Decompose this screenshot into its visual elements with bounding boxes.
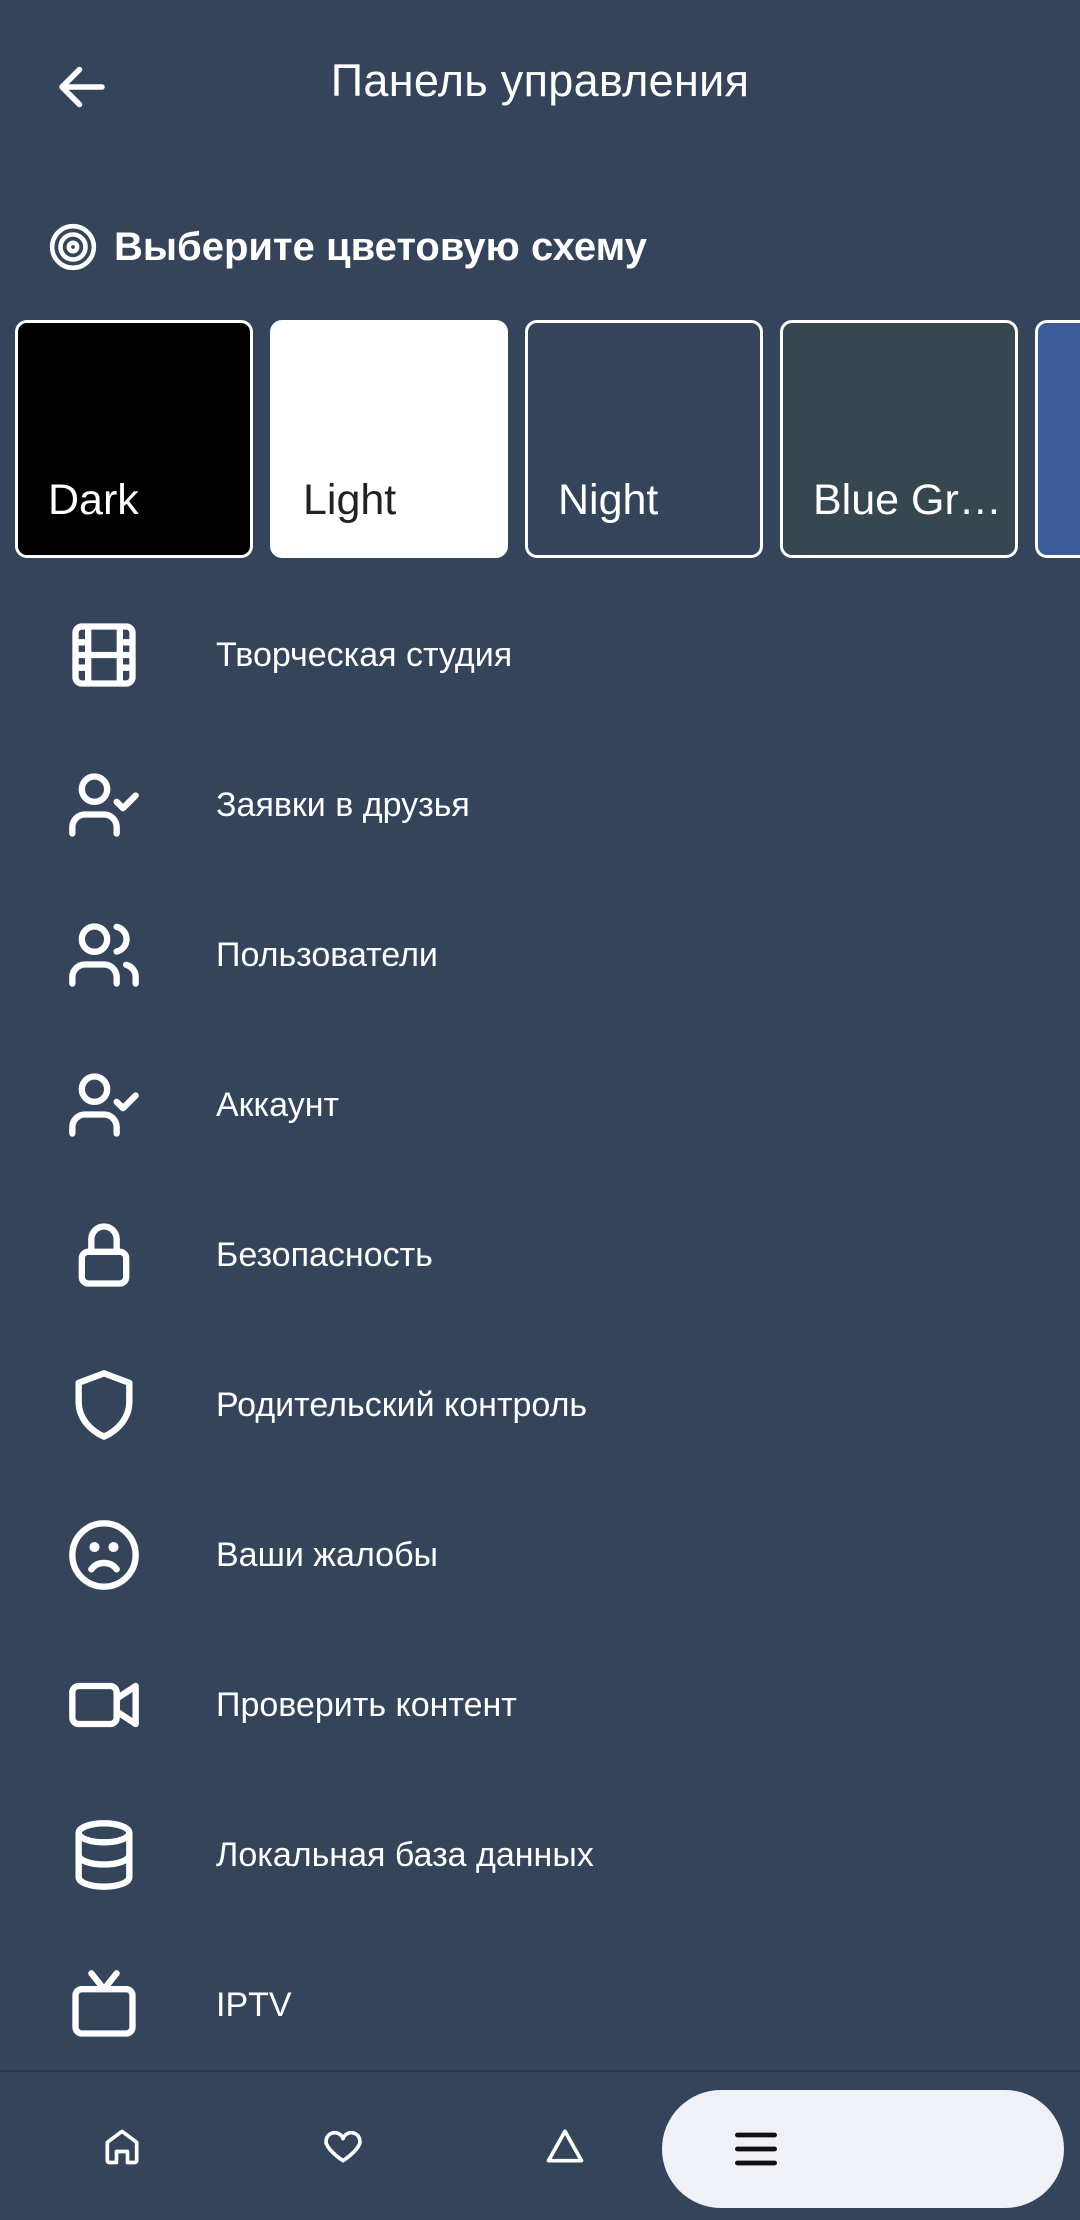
menu-item-creative-studio[interactable]: Творческая студия xyxy=(0,580,1080,730)
home-icon xyxy=(105,2129,139,2165)
lock-icon xyxy=(62,1213,146,1297)
menu-item-label: Пользователи xyxy=(216,935,438,974)
shield-icon xyxy=(62,1363,146,1447)
theme-selector[interactable]: Dark Light Night Blue Gr… xyxy=(0,320,1080,562)
menu-item-check-content[interactable]: Проверить контент xyxy=(0,1630,1080,1780)
nav-menu-button[interactable] xyxy=(662,2090,1064,2208)
menu-item-label: Проверить контент xyxy=(216,1685,517,1724)
menu-item-label: Заявки в друзья xyxy=(216,785,470,824)
theme-name: Night xyxy=(558,476,659,524)
menu-item-label: Аккаунт xyxy=(216,1085,340,1124)
nav-triangle-button[interactable] xyxy=(525,2106,605,2186)
menu-item-parental-control[interactable]: Родительский контроль xyxy=(0,1330,1080,1480)
menu-item-users[interactable]: Пользователи xyxy=(0,880,1080,1030)
nav-favorites-button[interactable] xyxy=(303,2106,383,2186)
theme-card-night[interactable]: Night xyxy=(525,320,763,558)
theme-name: Light xyxy=(303,476,397,524)
bottom-navigation xyxy=(0,2070,1080,2220)
menu-item-label: Творческая студия xyxy=(216,635,513,674)
menu-item-complaints[interactable]: Ваши жалобы xyxy=(0,1480,1080,1630)
theme-card-light[interactable]: Light xyxy=(270,320,508,558)
theme-name: Blue Gr… xyxy=(813,476,1002,524)
menu-item-account[interactable]: Аккаунт xyxy=(0,1030,1080,1180)
nav-home-button[interactable] xyxy=(82,2106,162,2186)
color-scheme-title: Выберите цветовую схему xyxy=(114,224,647,269)
menu-item-label: Ваши жалобы xyxy=(216,1535,438,1574)
theme-card-blue[interactable] xyxy=(1035,320,1080,558)
target-icon xyxy=(49,223,97,271)
settings-menu: Творческая студия Заявки в друзья Пользо… xyxy=(0,580,1080,2080)
menu-item-label: Родительский контроль xyxy=(216,1385,588,1424)
database-icon xyxy=(62,1813,146,1897)
sad-face-icon xyxy=(62,1513,146,1597)
menu-item-label: Безопасность xyxy=(216,1235,433,1274)
menu-item-security[interactable]: Безопасность xyxy=(0,1180,1080,1330)
user-check-icon xyxy=(62,1063,146,1147)
color-scheme-header: Выберите цветовую схему xyxy=(48,212,647,282)
film-icon xyxy=(62,613,146,697)
user-check-icon xyxy=(62,763,146,847)
heart-icon xyxy=(324,2130,362,2163)
menu-item-label: IPTV xyxy=(216,1985,292,2024)
menu-item-iptv[interactable]: IPTV xyxy=(0,1930,1080,2080)
theme-name: Dark xyxy=(48,476,139,524)
menu-item-local-database[interactable]: Локальная база данных xyxy=(0,1780,1080,1930)
video-icon xyxy=(62,1663,146,1747)
menu-item-label: Локальная база данных xyxy=(216,1835,594,1874)
theme-card-dark[interactable]: Dark xyxy=(15,320,253,558)
users-icon xyxy=(62,913,146,997)
page-title: Панель управления xyxy=(330,55,750,106)
tv-icon xyxy=(62,1963,146,2047)
top-app-bar: Панель управления xyxy=(0,0,1080,170)
menu-item-friend-requests[interactable]: Заявки в друзья xyxy=(0,730,1080,880)
theme-card-blue-grey[interactable]: Blue Gr… xyxy=(780,320,1018,558)
menu-icon xyxy=(724,2117,788,2181)
triangle-icon xyxy=(546,2129,584,2163)
